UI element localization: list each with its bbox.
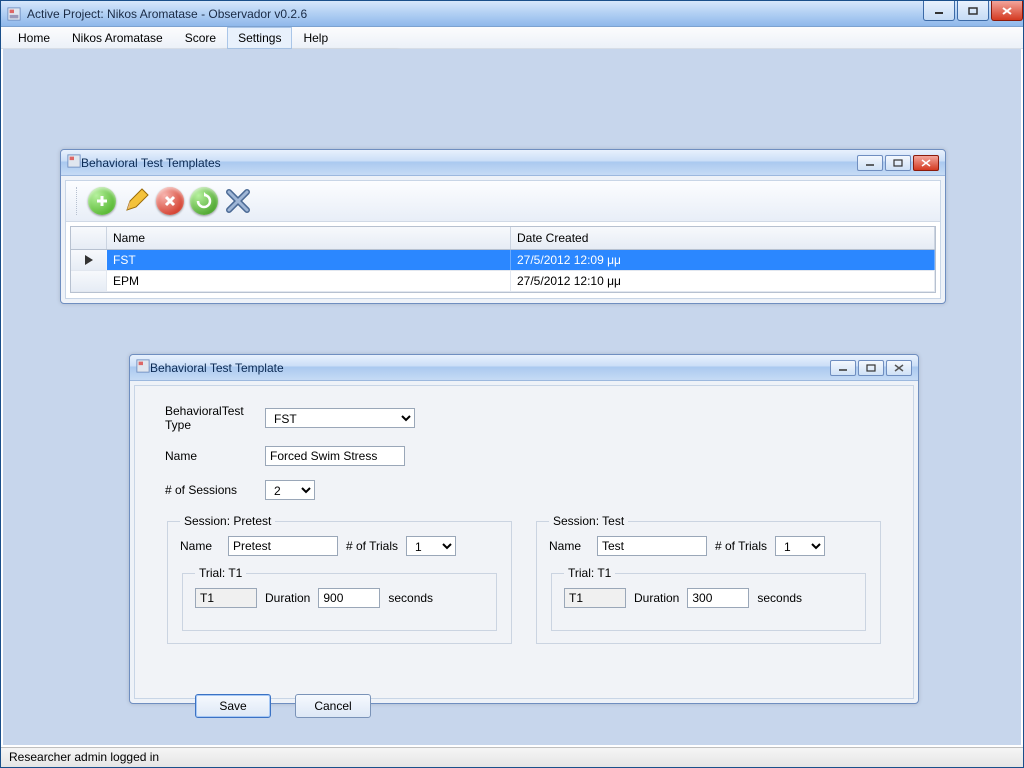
template-form-window: Behavioral Test Template BehavioralTest … [129,354,919,704]
templates-table: Name Date Created FST 27/5/2012 12:09 μμ… [70,226,936,293]
save-button[interactable]: Save [195,694,271,718]
refresh-icon [190,187,218,215]
session-name-input[interactable] [228,536,338,556]
menu-settings[interactable]: Settings [227,27,292,49]
cell-name: EPM [107,271,511,291]
label-session-name: Name [180,539,220,553]
trial-group: Trial: T1 Duration seconds [182,566,497,631]
label-seconds: seconds [757,591,802,605]
templates-close-button[interactable] [913,155,939,171]
label-num-trials: # of Trials [715,539,767,553]
session-pretest-group: Session: Pretest Name # of Trials 1 Tria… [167,514,512,644]
pencil-icon [122,187,150,215]
duration-input[interactable] [318,588,380,608]
table-header: Name Date Created [71,227,935,250]
edit-button[interactable] [120,185,152,217]
statusbar-text: Researcher admin logged in [9,750,159,764]
titlebar: Active Project: Nikos Aromatase - Observ… [1,1,1023,27]
delete-icon [156,187,184,215]
cell-name: FST [107,250,511,270]
statusbar: Researcher admin logged in [1,747,1023,767]
trials-select[interactable]: 1 [775,536,825,556]
label-name: Name [165,449,265,463]
cancel-button[interactable]: Cancel [295,694,371,718]
main-window: Active Project: Nikos Aromatase - Observ… [0,0,1024,768]
maximize-button[interactable] [957,1,989,21]
template-form-icon [136,359,150,376]
templates-minimize-button[interactable] [857,155,883,171]
table-row[interactable]: EPM 27/5/2012 12:10 μμ [71,271,935,292]
row-indicator-icon [71,250,107,270]
session-pretest-legend: Session: Pretest [180,514,275,528]
label-sessions: # of Sessions [165,483,265,497]
session-test-legend: Session: Test [549,514,628,528]
clear-button[interactable] [222,185,254,217]
app-icon [7,7,21,21]
form-minimize-button[interactable] [830,360,856,376]
form-maximize-button[interactable] [858,360,884,376]
label-duration: Duration [265,591,310,605]
label-seconds: seconds [388,591,433,605]
menu-score[interactable]: Score [174,27,227,49]
add-button[interactable] [86,185,118,217]
cell-date: 27/5/2012 12:10 μμ [511,271,935,291]
trial-legend: Trial: T1 [564,566,615,580]
trial-group: Trial: T1 Duration seconds [551,566,866,631]
cell-date: 27/5/2012 12:09 μμ [511,250,935,270]
trial-name-input [195,588,257,608]
col-date[interactable]: Date Created [511,227,935,249]
template-form-title: Behavioral Test Template [150,361,830,375]
label-num-trials: # of Trials [346,539,398,553]
session-test-group: Session: Test Name # of Trials 1 Trial: … [536,514,881,644]
duration-input[interactable] [687,588,749,608]
col-name[interactable]: Name [107,227,511,249]
label-session-name: Name [549,539,589,553]
templates-window-icon [67,154,81,171]
x-icon [224,187,252,215]
minimize-button[interactable] [923,1,955,21]
menu-help[interactable]: Help [292,27,339,49]
window-title: Active Project: Nikos Aromatase - Observ… [27,7,921,21]
session-name-input[interactable] [597,536,707,556]
menubar: Home Nikos Aromatase Score Settings Help [1,27,1023,49]
label-duration: Duration [634,591,679,605]
workspace: Behavioral Test Templates [3,49,1021,745]
templates-toolbar [66,181,940,222]
type-select[interactable]: FST [265,408,415,428]
name-input[interactable] [265,446,405,466]
refresh-button[interactable] [188,185,220,217]
label-type: BehavioralTest Type [165,404,265,432]
menu-home[interactable]: Home [7,27,61,49]
plus-icon [88,187,116,215]
templates-window-title: Behavioral Test Templates [81,156,857,170]
trials-select[interactable]: 1 [406,536,456,556]
form-close-button[interactable] [886,360,912,376]
table-row[interactable]: FST 27/5/2012 12:09 μμ [71,250,935,271]
trial-name-input [564,588,626,608]
trial-legend: Trial: T1 [195,566,246,580]
delete-button[interactable] [154,185,186,217]
templates-maximize-button[interactable] [885,155,911,171]
templates-window: Behavioral Test Templates [60,149,946,304]
sessions-select[interactable]: 2 [265,480,315,500]
menu-project[interactable]: Nikos Aromatase [61,27,174,49]
close-button[interactable] [991,1,1023,21]
